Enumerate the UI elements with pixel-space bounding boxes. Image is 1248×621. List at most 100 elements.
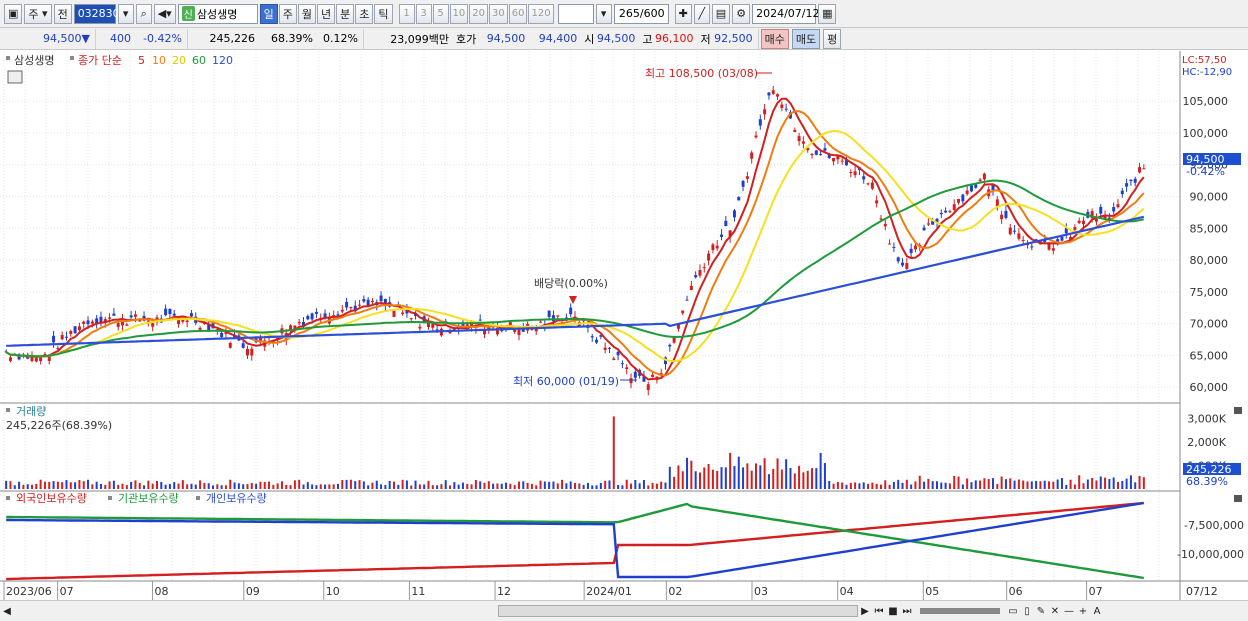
trade-amount: 23,099백만 [390, 32, 449, 46]
interval-tab[interactable]: 120 [528, 3, 554, 24]
draw-icon[interactable]: ✎ [1034, 603, 1048, 619]
interval-tab[interactable]: 20 [469, 3, 489, 24]
buy-button[interactable]: 매수 [760, 28, 789, 49]
minus-icon[interactable]: — [1062, 603, 1076, 619]
layout-icon[interactable]: ▭ [1006, 603, 1020, 619]
interval-tab[interactable]: 5 [432, 3, 449, 24]
candle-body [668, 344, 672, 347]
interval-tab[interactable]: 10 [449, 3, 469, 24]
gear-icon[interactable]: ⚙ [732, 3, 751, 24]
stock-code-input[interactable]: 032830 [73, 3, 120, 24]
volume-bar [1009, 478, 1012, 489]
candle-body [478, 319, 482, 321]
stock-chart[interactable]: 105,000100,00095,00090,00085,00080,00075… [0, 51, 1248, 600]
zoom-slider[interactable] [920, 608, 1000, 614]
print-icon[interactable]: ▤ [711, 3, 731, 24]
table-toggle-icon[interactable] [7, 70, 23, 84]
volume-close-icon[interactable] [1234, 407, 1242, 414]
holdings-close-icon[interactable] [1234, 495, 1242, 502]
current-price: 94,500▼ [4, 28, 96, 49]
stop-icon[interactable]: ■ [886, 603, 900, 619]
candle-body [138, 320, 142, 322]
volume-bar [449, 485, 452, 489]
volume-bar [910, 484, 913, 489]
volume-bar [888, 484, 891, 489]
interval-tab[interactable]: 1 [398, 3, 415, 24]
candle-body [715, 245, 719, 249]
crosshair-icon[interactable]: ✕ [1048, 603, 1062, 619]
candle-body [853, 171, 857, 176]
date-input[interactable]: 2024/07/12 [752, 3, 819, 24]
volume-bar [1056, 479, 1059, 489]
scroll-right-icon[interactable]: ▶ [858, 603, 872, 619]
volume-bar [974, 480, 977, 489]
volume-bar [1022, 480, 1025, 489]
evaluate-button[interactable]: 평 [823, 28, 842, 49]
volume-bar [599, 482, 602, 489]
volume-bar [349, 479, 352, 489]
x-label: 06 [1009, 585, 1023, 598]
x-axis-labels: 2023/06 07 08 09 10 11 12 2024/01 02 03 04 05 06 07 07… [3, 581, 1218, 600]
volume-bar [754, 463, 757, 489]
forward-icon[interactable]: ⏭ [900, 603, 914, 619]
volume-bar [91, 484, 94, 489]
period-tab[interactable]: 월 [297, 3, 317, 24]
candle-body [1125, 183, 1129, 187]
volume-bar [552, 481, 555, 489]
volume-bar [397, 484, 400, 489]
draw-tool-icon[interactable]: ╱ [693, 3, 710, 24]
plus-icon[interactable]: + [1076, 603, 1090, 619]
interval-tab[interactable]: 30 [489, 3, 508, 24]
volume-bar [9, 481, 12, 489]
scroll-thumb[interactable] [498, 605, 858, 617]
volume-bar [1129, 475, 1132, 489]
zoom-icon[interactable]: ✚ [674, 3, 692, 24]
volume-bar [720, 467, 723, 489]
interval-dropdown-icon[interactable]: ▾ [595, 3, 612, 24]
volume-bar [858, 483, 861, 489]
period-tab[interactable]: 일 [259, 3, 278, 24]
rewind-icon[interactable]: ⏮ [872, 603, 886, 619]
type-select[interactable]: 주 ▾ [24, 3, 52, 24]
period-tab[interactable]: 초 [355, 3, 374, 24]
ma5-line [5, 97, 1145, 381]
speaker-icon[interactable]: ◀▾ [153, 3, 176, 24]
chart-scrollbar[interactable]: ◀ ▶ ⏮ ■ ⏭ ▭ ▯ ✎ ✕ — + A [0, 600, 1248, 621]
period-tab[interactable]: 틱 [374, 3, 393, 24]
prev-button[interactable]: 전 [53, 3, 72, 24]
chart-menu-icon[interactable]: ▣ [4, 3, 23, 24]
period-tab[interactable]: 분 [336, 3, 355, 24]
interval-tab[interactable]: 60 [508, 3, 528, 24]
candle-body [99, 316, 103, 323]
interval-input[interactable] [557, 3, 594, 24]
split-icon[interactable]: ▯ [1020, 603, 1034, 619]
volume-bar [375, 480, 378, 489]
candle-body [1116, 204, 1120, 208]
volume-bar [707, 463, 710, 489]
price-tick: 75,000 [1190, 286, 1229, 299]
holdings-tick: -10,000,000 [1177, 548, 1244, 561]
candle-body [336, 314, 340, 316]
period-tab[interactable]: 년 [317, 3, 336, 24]
volume-bar [65, 480, 68, 489]
sell-button[interactable]: 매도 [791, 28, 821, 49]
calendar-icon[interactable]: ▦ [818, 3, 837, 24]
volume-bar [811, 468, 814, 489]
x-label: 12 [497, 585, 511, 598]
code-dropdown-icon[interactable]: ▾ [117, 3, 134, 24]
candle-body [849, 172, 853, 174]
candle-body [198, 327, 202, 330]
volume-bar [630, 483, 633, 489]
scroll-left-icon[interactable]: ◀ [0, 603, 14, 619]
period-tab[interactable]: 주 [278, 3, 297, 24]
candle-body [590, 336, 594, 338]
font-size-icon[interactable]: A [1090, 603, 1104, 619]
search-icon[interactable]: ⌕ [135, 3, 152, 24]
interval-tab[interactable]: 3 [415, 3, 432, 24]
count-field[interactable]: 265/600 [613, 3, 669, 24]
volume-bar [436, 485, 439, 489]
volume-bar [979, 480, 982, 489]
stock-name-field[interactable]: 신 삼성생명 [177, 3, 258, 24]
volume-bar [798, 465, 801, 489]
candle-body [164, 308, 168, 316]
